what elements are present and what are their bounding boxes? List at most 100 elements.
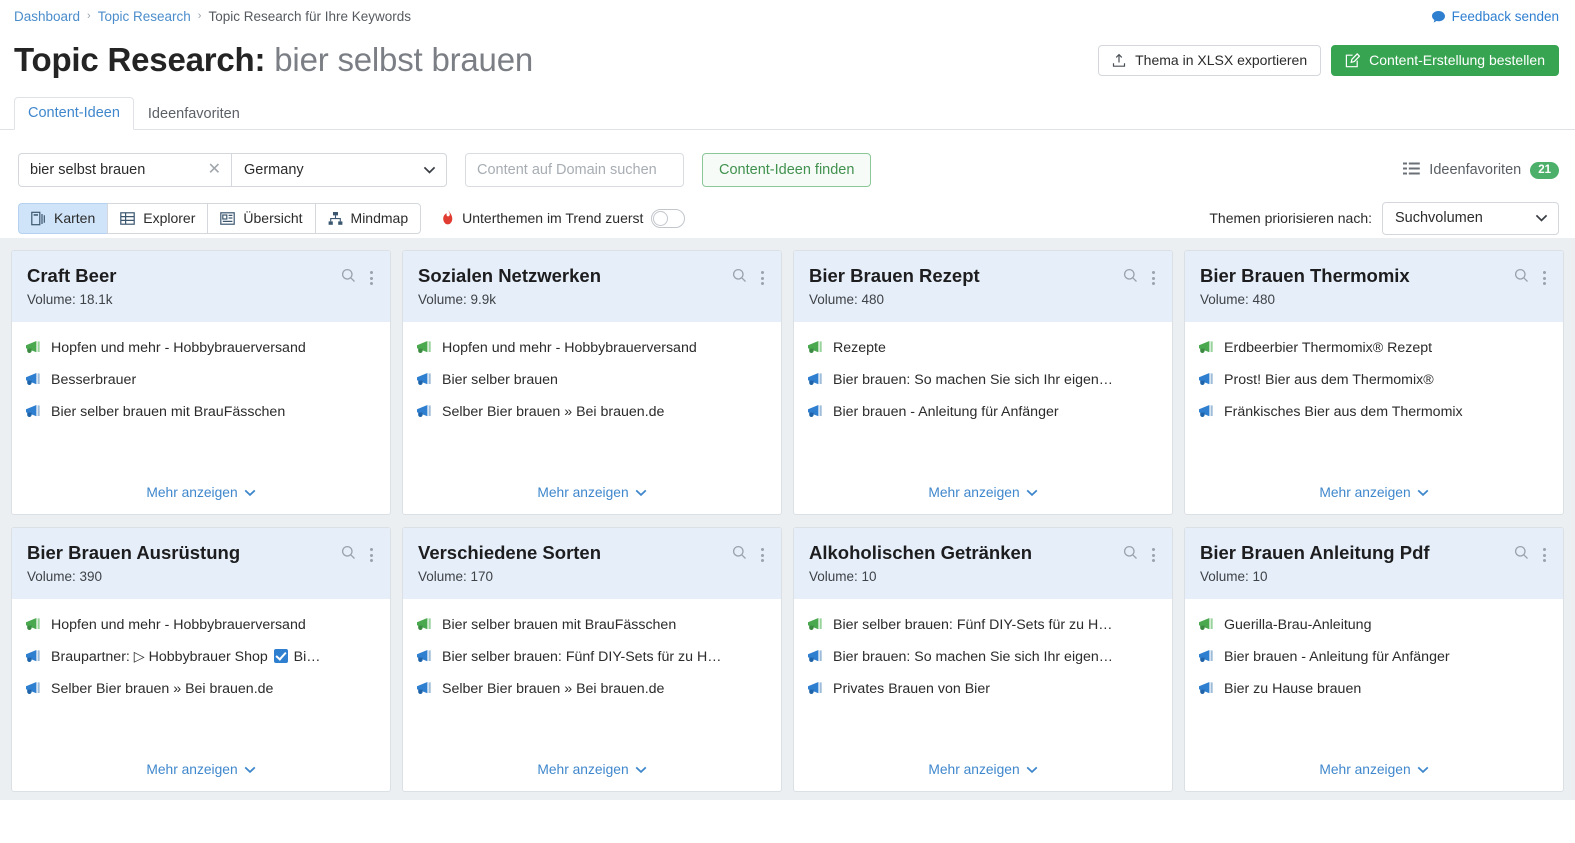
show-more-label: Mehr anzeigen [146, 485, 238, 500]
trend-toggle-switch[interactable] [651, 208, 686, 228]
export-xlsx-button[interactable]: Thema in XLSX exportieren [1098, 44, 1322, 76]
card-actions [341, 265, 376, 288]
idea-item[interactable]: Bier brauen: So machen Sie sich Ihr eige… [807, 648, 1159, 667]
show-more-button[interactable]: Mehr anzeigen [1198, 762, 1550, 791]
overview-icon [220, 211, 236, 226]
more-options-icon[interactable] [758, 546, 767, 564]
keyword-input-value: bier selbst brauen [30, 162, 146, 178]
idea-item[interactable]: Bier brauen: So machen Sie sich Ihr eige… [807, 371, 1159, 390]
idea-item[interactable]: Bier brauen - Anleitung für Anfänger [807, 403, 1159, 422]
search-icon[interactable] [1123, 545, 1138, 565]
breadcrumb-item-dashboard[interactable]: Dashboard [14, 9, 80, 24]
card-volume: Volume: 10 [1200, 569, 1268, 584]
search-icon[interactable] [1514, 268, 1529, 288]
more-options-icon[interactable] [1149, 546, 1158, 564]
idea-item[interactable]: Hopfen und mehr - Hobbybrauerversand [416, 339, 768, 358]
idea-item[interactable]: Besserbrauer [25, 371, 377, 390]
idea-label: Fränkisches Bier aus dem Thermomix [1224, 404, 1463, 420]
search-icon[interactable] [341, 545, 356, 565]
more-options-icon[interactable] [1540, 546, 1549, 564]
domain-search-input[interactable]: Content auf Domain suchen [465, 153, 684, 187]
checkbox-emoji-icon [273, 649, 288, 663]
idea-item[interactable]: Bier selber brauen: Fünf DIY-Sets für zu… [807, 616, 1159, 635]
idea-item[interactable]: Hopfen und mehr - Hobbybrauerversand [25, 616, 377, 635]
more-options-icon[interactable] [758, 269, 767, 287]
search-icon[interactable] [732, 545, 747, 565]
idea-item[interactable]: Bier selber brauen mit BrauFässchen [25, 403, 377, 422]
card-title-row: Alkoholischen Getränken [809, 542, 1158, 565]
chevron-down-icon [244, 485, 256, 500]
card-volume: Volume: 170 [418, 569, 494, 584]
breadcrumb-item-topic-research[interactable]: Topic Research [98, 9, 191, 24]
show-more-button[interactable]: Mehr anzeigen [807, 485, 1159, 514]
show-more-button[interactable]: Mehr anzeigen [416, 762, 768, 791]
show-more-button[interactable]: Mehr anzeigen [416, 485, 768, 514]
topic-card: Alkoholischen Getränken Volume: 10 Bier se… [793, 527, 1173, 792]
card-title-row: Bier Brauen Thermomix [1200, 265, 1549, 288]
idea-item[interactable]: Selber Bier brauen » Bei brauen.de [25, 680, 377, 699]
view-uebersicht-button[interactable]: Übersicht [207, 202, 315, 234]
idea-item[interactable]: Rezepte [807, 339, 1159, 358]
view-karten-button[interactable]: Karten [18, 202, 108, 234]
show-more-button[interactable]: Mehr anzeigen [25, 485, 377, 514]
controls-bar: Karten Explorer Übersicht Mindmap Untert… [0, 190, 1575, 238]
idea-label: Prost! Bier aus dem Thermomix® [1224, 372, 1434, 388]
country-select-value: Germany [244, 162, 304, 178]
idea-item[interactable]: Selber Bier brauen » Bei brauen.de [416, 403, 768, 422]
idea-item[interactable]: Prost! Bier aus dem Thermomix® [1198, 371, 1550, 390]
show-more-button[interactable]: Mehr anzeigen [1198, 485, 1550, 514]
find-content-ideas-button[interactable]: Content-Ideen finden [702, 153, 872, 187]
tab-ideenfavoriten[interactable]: Ideenfavoriten [134, 98, 254, 130]
order-content-button[interactable]: Content-Erstellung bestellen [1331, 44, 1559, 76]
search-icon[interactable] [1514, 545, 1529, 565]
idea-label: Bier selber brauen mit BrauFässchen [442, 617, 677, 633]
idea-label: Selber Bier brauen » Bei brauen.de [442, 681, 665, 697]
idea-label: Bier zu Hause brauen [1224, 681, 1362, 697]
view-explorer-button[interactable]: Explorer [107, 202, 208, 234]
show-more-button[interactable]: Mehr anzeigen [25, 762, 377, 791]
more-options-icon[interactable] [367, 546, 376, 564]
idea-item[interactable]: Bier selber brauen mit BrauFässchen [416, 616, 768, 635]
idea-item[interactable]: Hopfen und mehr - Hobbybrauerversand [25, 339, 377, 358]
search-icon[interactable] [341, 268, 356, 288]
card-body: Hopfen und mehr - Hobbybrauerversand Bier… [403, 322, 781, 514]
chevron-down-icon [1535, 210, 1548, 226]
show-more-button[interactable]: Mehr anzeigen [807, 762, 1159, 791]
chevron-down-icon [244, 762, 256, 777]
keyword-input[interactable]: bier selbst brauen ✕ [18, 153, 231, 187]
more-options-icon[interactable] [367, 269, 376, 287]
idea-item[interactable]: Erdbeerbier Thermomix® Rezept [1198, 339, 1550, 358]
feedback-link[interactable]: Feedback senden [1431, 9, 1559, 24]
more-options-icon[interactable] [1540, 269, 1549, 287]
idea-item[interactable]: Selber Bier brauen » Bei brauen.de [416, 680, 768, 699]
clear-icon[interactable]: ✕ [206, 162, 223, 178]
card-header: Craft Beer Volume: 18.1k [12, 251, 390, 322]
idea-item[interactable]: Privates Brauen von Bier [807, 680, 1159, 699]
card-header: Alkoholischen Getränken Volume: 10 [794, 528, 1172, 599]
idea-item[interactable]: Fränkisches Bier aus dem Thermomix [1198, 403, 1550, 422]
idea-label: Bier selber brauen: Fünf DIY-Sets für zu… [442, 649, 722, 665]
idea-label: Hopfen und mehr - Hobbybrauerversand [442, 340, 697, 356]
card-title-row: Bier Brauen Anleitung Pdf [1200, 542, 1549, 565]
idea-item[interactable]: Bier selber brauen: Fünf DIY-Sets für zu… [416, 648, 768, 667]
priority-select[interactable]: Suchvolumen [1382, 201, 1559, 235]
idea-item[interactable]: Guerilla-Brau-Anleitung [1198, 616, 1550, 635]
idea-label: Selber Bier brauen » Bei brauen.de [442, 404, 665, 420]
idea-item[interactable]: Bier brauen - Anleitung für Anfänger [1198, 648, 1550, 667]
card-body: Hopfen und mehr - Hobbybrauerversand Brau… [12, 599, 390, 791]
ideenfavoriten-link[interactable]: Ideenfavoriten 21 [1403, 161, 1559, 179]
idea-label: Hopfen und mehr - Hobbybrauerversand [51, 340, 306, 356]
cards-grid: Craft Beer Volume: 18.1k Hopfen und mehr -… [11, 250, 1564, 792]
search-icon[interactable] [1123, 268, 1138, 288]
idea-item[interactable]: Bier zu Hause brauen [1198, 680, 1550, 699]
search-icon[interactable] [732, 268, 747, 288]
chat-bubble-icon [1431, 10, 1446, 24]
idea-item[interactable]: Bier selber brauen [416, 371, 768, 390]
country-select[interactable]: Germany [231, 153, 447, 187]
breadcrumb-separator-icon: › [87, 9, 91, 22]
idea-item[interactable]: Braupartner: ▷ Hobbybrauer Shop Bi… [25, 648, 377, 667]
view-mindmap-button[interactable]: Mindmap [314, 202, 422, 234]
more-options-icon[interactable] [1149, 269, 1158, 287]
export-xlsx-label: Thema in XLSX exportieren [1135, 52, 1308, 68]
tab-content-ideen[interactable]: Content-Ideen [14, 97, 134, 130]
